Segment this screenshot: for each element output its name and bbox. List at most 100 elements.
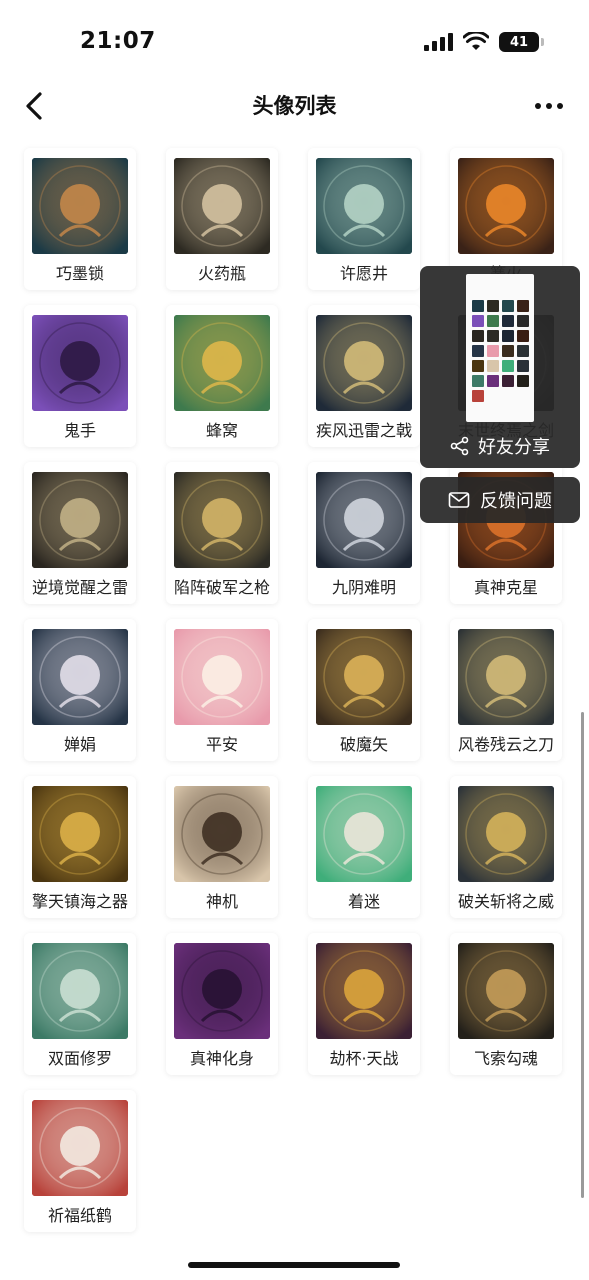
spear-icon <box>174 472 270 568</box>
glaive-icon <box>458 786 554 882</box>
avatar-card[interactable]: 劫杯·天战 <box>308 933 420 1075</box>
thumbnail-grid <box>472 300 529 402</box>
beehive-icon <box>174 315 270 411</box>
avatar-card[interactable]: 神机 <box>166 776 278 918</box>
avatar-card[interactable]: 真神化身 <box>166 933 278 1075</box>
thumbnail-tile <box>517 375 529 387</box>
battery-level: 41 <box>509 34 529 50</box>
thumbnail-tile <box>472 315 484 327</box>
avatar-label: 疾风迅雷之戟 <box>315 421 412 440</box>
thumbnail-tile <box>502 315 514 327</box>
wifi-icon <box>463 32 489 50</box>
avatar-card[interactable]: 蜂窝 <box>166 305 278 447</box>
ghost-hand-icon <box>32 315 128 411</box>
scrollbar[interactable] <box>581 712 584 1198</box>
share-label: 好友分享 <box>478 437 550 458</box>
avatar-card[interactable]: 火药瓶 <box>166 148 278 290</box>
avatar-label: 鬼手 <box>63 421 96 440</box>
avatar-image <box>32 1100 128 1196</box>
avatar-label: 神机 <box>205 892 238 911</box>
avatar-label: 双面修罗 <box>47 1049 112 1068</box>
dot-icon <box>557 103 563 109</box>
well-icon <box>316 158 412 254</box>
avatar-image <box>32 472 128 568</box>
mail-icon <box>448 492 470 508</box>
avatar-card[interactable]: 鬼手 <box>24 305 136 447</box>
thumbnail-tile <box>472 390 484 402</box>
avatar-card[interactable]: 许愿井 <box>308 148 420 290</box>
avatar-card[interactable]: 破关斩将之威 <box>450 776 562 918</box>
avatar-card[interactable]: 平安 <box>166 619 278 761</box>
thumbnail-tile <box>487 345 499 357</box>
avatar-image <box>316 786 412 882</box>
avatar-label: 逆境觉醒之雷 <box>31 578 128 597</box>
avatar-image <box>174 629 270 725</box>
avatar-label: 真神化身 <box>189 1049 254 1068</box>
avatar-card[interactable]: 巧墨锁 <box>24 148 136 290</box>
thumbnail-tile <box>487 360 499 372</box>
avatar-image <box>458 943 554 1039</box>
avatar-image <box>316 943 412 1039</box>
avatar-card[interactable]: 疾风迅雷之戟 <box>308 305 420 447</box>
thumbnail-tile <box>517 315 529 327</box>
avatar-label: 真神克星 <box>473 578 538 597</box>
battery-indicator: 41 <box>499 32 544 52</box>
avatar-label: 九阴难明 <box>331 578 396 597</box>
more-options-button[interactable] <box>531 88 567 124</box>
dot-icon <box>546 103 552 109</box>
avatar-image <box>174 158 270 254</box>
nav-bar: 头像列表 <box>0 80 589 132</box>
thumbnail-tile <box>472 345 484 357</box>
share-to-friend-button[interactable]: 好友分享 <box>420 426 580 466</box>
gold-dragon-icon <box>316 943 412 1039</box>
avatar-card[interactable]: 婵娟 <box>24 619 136 761</box>
avatar-label: 破魔矢 <box>339 735 388 754</box>
thumbnail-tile <box>502 345 514 357</box>
thumbnail-tile <box>502 360 514 372</box>
avatar-label: 巧墨锁 <box>55 264 104 283</box>
avatar-image <box>316 629 412 725</box>
avatar-image <box>316 315 412 411</box>
rabbit-icon <box>174 629 270 725</box>
avatar-card[interactable]: 破魔矢 <box>308 619 420 761</box>
arrow-charm-icon <box>316 629 412 725</box>
status-icons: 41 <box>424 32 544 52</box>
avatar-card[interactable]: 逆境觉醒之雷 <box>24 462 136 604</box>
thumbnail-tile <box>517 360 529 372</box>
avatar-image <box>32 158 128 254</box>
avatar-card[interactable]: 陷阵破军之枪 <box>166 462 278 604</box>
share-icon <box>450 436 469 456</box>
asura-icon <box>32 943 128 1039</box>
hook-icon <box>458 943 554 1039</box>
avatar-label: 破关斩将之威 <box>457 892 554 911</box>
masked-face-icon <box>316 786 412 882</box>
avatar-card[interactable]: 双面修罗 <box>24 933 136 1075</box>
avatar-image <box>32 943 128 1039</box>
thumbnail-tile <box>517 330 529 342</box>
feedback-button[interactable]: 反馈问题 <box>420 477 580 523</box>
avatar-label: 平安 <box>205 735 238 754</box>
thunder-cannon-icon <box>32 472 128 568</box>
halberd-icon <box>316 315 412 411</box>
thumbnail-tile <box>487 315 499 327</box>
home-indicator[interactable] <box>188 1262 400 1268</box>
thumbnail-tile <box>502 375 514 387</box>
thumbnail-tile <box>517 345 529 357</box>
girl-goggles-icon <box>174 786 270 882</box>
screenshot-thumbnail[interactable] <box>466 274 534 422</box>
avatar-card[interactable]: 着迷 <box>308 776 420 918</box>
avatar-image <box>174 943 270 1039</box>
avatar-card[interactable]: 风卷残云之刀 <box>450 619 562 761</box>
avatar-image <box>458 158 554 254</box>
avatar-card[interactable]: 飞索勾魂 <box>450 933 562 1075</box>
avatar-card[interactable]: 九阴难明 <box>308 462 420 604</box>
avatar-card[interactable]: 祈福纸鹤 <box>24 1090 136 1232</box>
avatar-image <box>174 786 270 882</box>
blade-icon <box>458 629 554 725</box>
avatar-image <box>458 786 554 882</box>
avatar-label: 火药瓶 <box>197 264 246 283</box>
dragon-icon <box>316 472 412 568</box>
avatar-card[interactable]: 擎天镇海之器 <box>24 776 136 918</box>
cellular-signal-icon <box>424 33 453 51</box>
avatar-label: 蜂窝 <box>205 421 238 440</box>
